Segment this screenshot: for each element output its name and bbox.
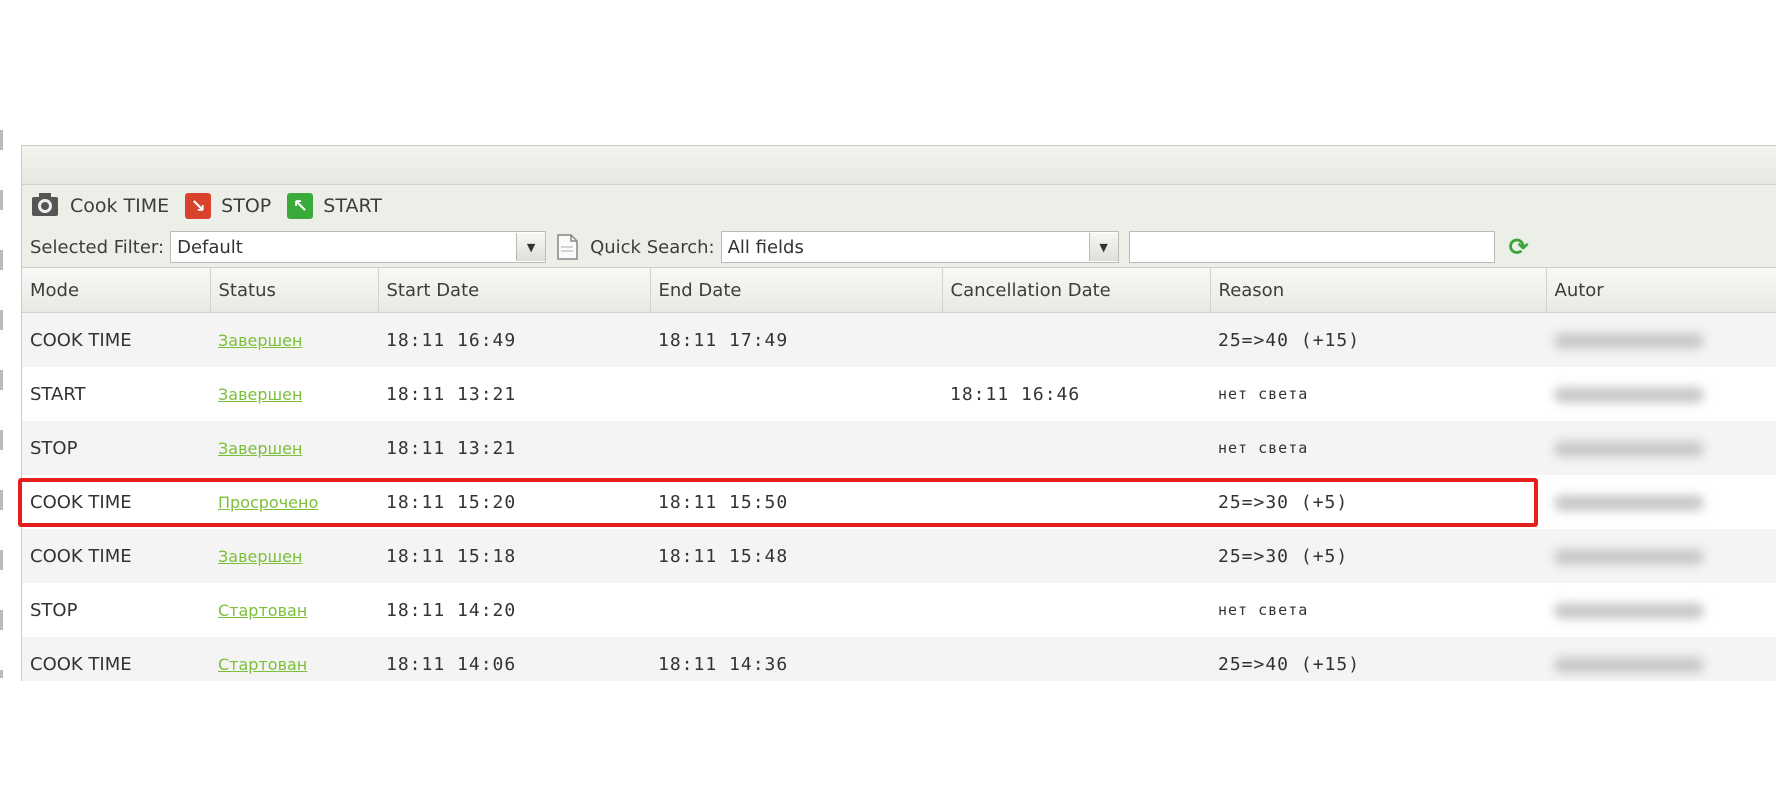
toolbar: Cook TIME ↘ STOP ↖ START	[22, 185, 1776, 227]
cell-end-date: 18:11 14:36	[650, 637, 942, 681]
chevron-down-icon[interactable]: ▼	[1088, 233, 1118, 261]
table-row[interactable]: COOK TIME Завершен 18:11 16:49 18:11 17:…	[22, 312, 1776, 367]
chevron-down-icon[interactable]: ▼	[516, 233, 546, 261]
selected-filter-value: Default	[177, 236, 243, 258]
column-header-end-date[interactable]: End Date	[650, 268, 943, 313]
cell-reason: 25=>30 (+5)	[1210, 529, 1546, 583]
log-panel: Cook TIME ↘ STOP ↖ START Selected Filter…	[21, 145, 1776, 681]
cell-end-date: 18:11 15:48	[650, 529, 942, 583]
panel-header	[22, 146, 1776, 185]
status-link[interactable]: Завершен	[218, 331, 302, 350]
cell-mode: STOP	[22, 583, 210, 637]
cell-end-date: 18:11 15:50	[650, 475, 942, 529]
cell-start-date: 18:11 14:06	[378, 637, 650, 681]
cell-mode: START	[22, 367, 210, 421]
table-row[interactable]: STOP Завершен 18:11 13:21 нет света	[22, 421, 1776, 475]
column-header-mode[interactable]: Mode	[22, 268, 211, 313]
cell-end-date: 18:11 17:49	[650, 312, 942, 367]
cell-cancellation-date	[942, 421, 1210, 475]
cell-mode: COOK TIME	[22, 312, 210, 367]
table-row[interactable]: START Завершен 18:11 13:21 18:11 16:46 н…	[22, 367, 1776, 421]
table-row[interactable]: COOK TIME Просрочено 18:11 15:20 18:11 1…	[22, 475, 1776, 529]
column-header-status[interactable]: Status	[210, 268, 379, 313]
start-button[interactable]: ↖ START	[287, 193, 382, 219]
table-header-row: Mode Status Start Date End Date Cancella…	[22, 268, 1776, 313]
cell-autor	[1546, 367, 1776, 421]
cell-reason: нет света	[1210, 421, 1546, 475]
cell-reason: 25=>30 (+5)	[1210, 475, 1546, 529]
cell-mode: COOK TIME	[22, 637, 210, 681]
selected-filter-select[interactable]: Default ▼	[170, 231, 547, 263]
cell-start-date: 18:11 14:20	[378, 583, 650, 637]
quick-search-label: Quick Search:	[590, 236, 715, 258]
blurred-author	[1554, 386, 1704, 403]
cell-start-date: 18:11 15:18	[378, 529, 650, 583]
quick-search-field-select[interactable]: All fields ▼	[720, 231, 1119, 263]
cell-autor	[1546, 421, 1776, 475]
cell-start-date: 18:11 13:21	[378, 367, 650, 421]
cell-autor	[1546, 529, 1776, 583]
status-link[interactable]: Завершен	[218, 439, 302, 458]
cell-cancellation-date	[942, 583, 1210, 637]
cell-reason: нет света	[1210, 367, 1546, 421]
cell-reason: 25=>40 (+15)	[1210, 637, 1546, 681]
cell-mode: STOP	[22, 421, 210, 475]
status-link[interactable]: Стартован	[218, 655, 307, 674]
cell-cancellation-date	[942, 475, 1210, 529]
records-table: Mode Status Start Date End Date Cancella…	[22, 268, 1776, 681]
cell-end-date	[650, 367, 942, 421]
column-header-cancellation-date[interactable]: Cancellation Date	[942, 268, 1211, 313]
status-link[interactable]: Стартован	[218, 601, 307, 620]
selected-filter-label: Selected Filter:	[30, 236, 165, 258]
cell-autor	[1546, 583, 1776, 637]
filter-bar: Selected Filter: Default ▼ Quick Search:…	[22, 227, 1776, 268]
start-label: START	[323, 195, 382, 217]
column-header-start-date[interactable]: Start Date	[378, 268, 651, 313]
cell-autor	[1546, 637, 1776, 681]
table-row[interactable]: STOP Стартован 18:11 14:20 нет света	[22, 583, 1776, 637]
stop-arrow-icon: ↘	[185, 193, 212, 219]
left-edge-artifact	[0, 130, 3, 678]
cell-cancellation-date: 18:11 16:46	[942, 367, 1210, 421]
cell-start-date: 18:11 16:49	[378, 312, 650, 367]
blurred-author	[1554, 494, 1704, 511]
cell-start-date: 18:11 13:21	[378, 421, 650, 475]
status-link[interactable]: Завершен	[218, 547, 302, 566]
document-icon[interactable]	[554, 233, 580, 261]
cook-time-label: Cook TIME	[70, 195, 170, 217]
status-link[interactable]: Завершен	[218, 385, 302, 404]
cell-cancellation-date	[942, 637, 1210, 681]
table-row[interactable]: COOK TIME Стартован 18:11 14:06 18:11 14…	[22, 637, 1776, 681]
status-link[interactable]: Просрочено	[218, 493, 318, 512]
quick-search-input[interactable]	[1128, 231, 1495, 263]
stop-label: STOP	[221, 195, 272, 217]
cell-cancellation-date	[942, 529, 1210, 583]
blurred-author	[1554, 548, 1704, 565]
quick-search-field-value: All fields	[727, 236, 804, 258]
start-arrow-icon: ↖	[287, 193, 314, 219]
cell-end-date	[650, 583, 942, 637]
blurred-author	[1554, 440, 1704, 457]
cell-reason: 25=>40 (+15)	[1210, 312, 1546, 367]
cell-cancellation-date	[942, 312, 1210, 367]
table-row[interactable]: COOK TIME Завершен 18:11 15:18 18:11 15:…	[22, 529, 1776, 583]
cell-autor	[1546, 312, 1776, 367]
cook-time-button[interactable]: Cook TIME	[30, 189, 169, 224]
cell-mode: COOK TIME	[22, 529, 210, 583]
blurred-author	[1554, 656, 1704, 673]
column-header-autor[interactable]: Autor	[1546, 268, 1776, 313]
cell-end-date	[650, 421, 942, 475]
blurred-author	[1554, 602, 1704, 619]
column-header-reason[interactable]: Reason	[1210, 268, 1547, 313]
cell-start-date: 18:11 15:20	[378, 475, 650, 529]
cell-reason: нет света	[1210, 583, 1546, 637]
blurred-author	[1554, 332, 1704, 349]
refresh-icon[interactable]: ⟳	[1509, 233, 1529, 261]
camera-icon	[30, 189, 60, 224]
cell-mode: COOK TIME	[22, 475, 210, 529]
cell-autor	[1546, 475, 1776, 529]
stop-button[interactable]: ↘ STOP	[185, 193, 271, 219]
